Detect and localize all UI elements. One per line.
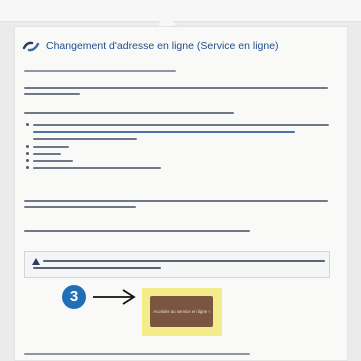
top-band	[0, 0, 361, 22]
link-icon	[22, 41, 40, 52]
list-item	[33, 167, 161, 169]
step-badge: 3	[62, 285, 86, 309]
page-title: Changement d'adresse en ligne (Service e…	[46, 40, 279, 52]
alert-text	[43, 260, 325, 262]
list-item	[33, 124, 329, 126]
list-item	[33, 138, 137, 140]
breadcrumb	[24, 70, 176, 72]
alert-text	[33, 267, 161, 269]
list-item	[33, 146, 69, 148]
info-text	[24, 230, 250, 232]
list-bullet	[26, 152, 29, 155]
service-header: Changement d'adresse en ligne (Service e…	[22, 40, 279, 52]
list-item-link[interactable]	[33, 131, 295, 133]
info-text	[24, 200, 328, 202]
arrow-right-icon	[93, 289, 136, 305]
footer-meta	[24, 353, 250, 355]
access-online-service-button[interactable]: Accéder au service en ligne !	[150, 296, 213, 327]
list-item	[33, 153, 61, 155]
info-text	[24, 206, 136, 208]
section-heading	[24, 112, 234, 114]
list-bullet	[26, 123, 29, 126]
list-item	[33, 160, 73, 162]
list-bullet	[26, 145, 29, 148]
intro-text	[24, 87, 328, 89]
intro-text	[24, 93, 80, 95]
warning-icon	[32, 258, 40, 265]
list-bullet	[26, 166, 29, 169]
alert-box	[24, 251, 330, 278]
list-bullet	[26, 159, 29, 162]
